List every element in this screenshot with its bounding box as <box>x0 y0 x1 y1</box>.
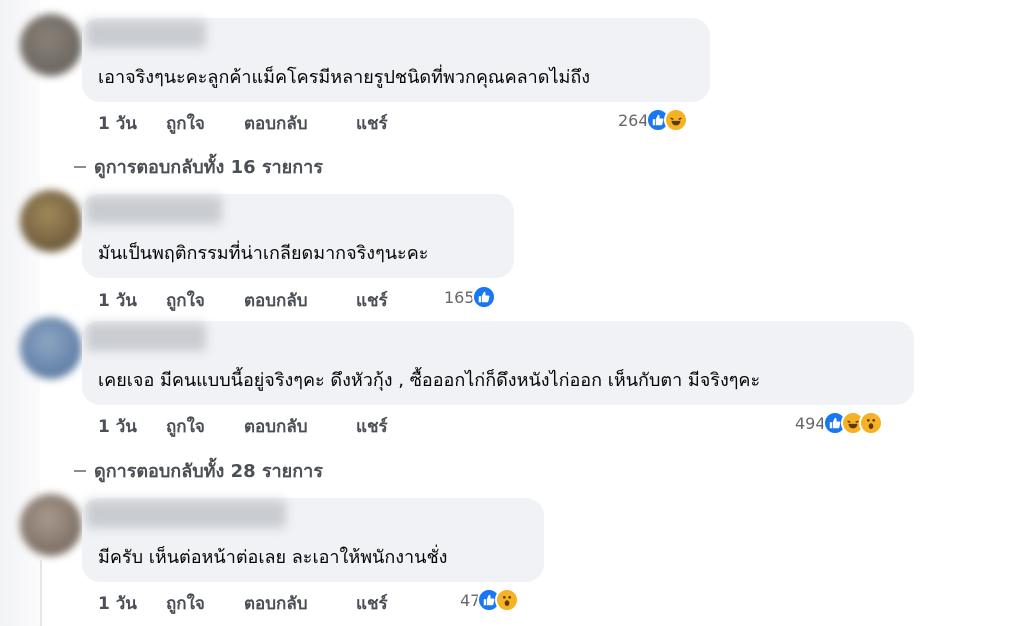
reaction-summary[interactable]: 165 <box>444 285 496 309</box>
avatar[interactable] <box>20 190 82 252</box>
like-button[interactable]: ถูกใจ <box>166 413 244 440</box>
comment-actions: 1 วัน ถูกใจ ตอบกลับ แชร์ <box>98 413 416 440</box>
view-replies-link[interactable]: ดูการตอบกลับทั้ง 16 รายการ <box>74 152 323 181</box>
reply-connector <box>74 469 86 472</box>
share-button[interactable]: แชร์ <box>356 590 416 617</box>
timestamp[interactable]: 1 วัน <box>98 110 166 137</box>
timestamp[interactable]: 1 วัน <box>98 590 166 617</box>
reaction-count: 165 <box>444 287 475 307</box>
commenter-name[interactable] <box>86 20 206 48</box>
share-button[interactable]: แชร์ <box>356 287 416 314</box>
reply-connector <box>74 165 86 168</box>
like-button[interactable]: ถูกใจ <box>166 110 244 137</box>
share-button[interactable]: แชร์ <box>356 110 416 137</box>
reaction-count: 494 <box>795 413 826 433</box>
wow-icon <box>495 588 520 612</box>
reply-button[interactable]: ตอบกลับ <box>244 110 356 137</box>
view-replies-label: ดูการตอบกลับทั้ง 16 รายการ <box>94 157 323 178</box>
share-button[interactable]: แชร์ <box>356 413 416 440</box>
timestamp[interactable]: 1 วัน <box>98 287 166 314</box>
comment-bubble: มีครับ เห็นต่อหน้าต่อเลย ละเอาให้พนักงาน… <box>82 498 544 582</box>
view-replies-label: ดูการตอบกลับทั้ง 28 รายการ <box>94 461 323 482</box>
commenter-name[interactable] <box>86 196 222 224</box>
haha-icon <box>663 108 688 132</box>
avatar[interactable] <box>20 494 82 556</box>
comment-actions: 1 วัน ถูกใจ ตอบกลับ แชร์ <box>98 590 416 617</box>
comment-actions: 1 วัน ถูกใจ ตอบกลับ แชร์ <box>98 287 416 314</box>
avatar[interactable] <box>20 14 82 76</box>
comment-text: มีครับ เห็นต่อหน้าต่อเลย ละเอาให้พนักงาน… <box>98 547 448 568</box>
like-button[interactable]: ถูกใจ <box>166 287 244 314</box>
comment-actions: 1 วัน ถูกใจ ตอบกลับ แชร์ <box>98 110 416 137</box>
wow-icon <box>858 411 883 435</box>
view-replies-link[interactable]: ดูการตอบกลับทั้ง 28 รายการ <box>74 456 323 485</box>
comment-bubble: มันเป็นพฤติกรรมที่น่าเกลียดมากจริงๆนะคะ <box>82 194 514 278</box>
comment-text: เอาจริงๆนะคะลูกค้าแม็คโครมีหลายรูปชนิดที… <box>98 67 591 88</box>
comment-text: เคยเจอ มีคนแบบนี้อยู่จริงๆคะ ดึงหัวกุ้ง … <box>98 370 761 391</box>
reply-button[interactable]: ตอบกลับ <box>244 287 356 314</box>
like-button[interactable]: ถูกใจ <box>166 590 244 617</box>
thread-line <box>40 560 42 626</box>
comment-bubble: เคยเจอ มีคนแบบนี้อยู่จริงๆคะ ดึงหัวกุ้ง … <box>82 321 914 405</box>
commenter-name[interactable] <box>86 500 286 528</box>
timestamp[interactable]: 1 วัน <box>98 413 166 440</box>
reaction-count: 264 <box>618 110 649 130</box>
reaction-summary[interactable]: 47 <box>460 588 520 612</box>
reaction-summary[interactable]: 264 <box>618 108 688 132</box>
reaction-summary[interactable]: 494 <box>795 411 883 435</box>
comment-bubble: เอาจริงๆนะคะลูกค้าแม็คโครมีหลายรูปชนิดที… <box>82 18 710 102</box>
reply-button[interactable]: ตอบกลับ <box>244 590 356 617</box>
comment-text: มันเป็นพฤติกรรมที่น่าเกลียดมากจริงๆนะคะ <box>98 243 429 264</box>
avatar[interactable] <box>20 317 82 379</box>
reply-button[interactable]: ตอบกลับ <box>244 413 356 440</box>
like-icon <box>471 285 496 309</box>
commenter-name[interactable] <box>86 323 206 351</box>
